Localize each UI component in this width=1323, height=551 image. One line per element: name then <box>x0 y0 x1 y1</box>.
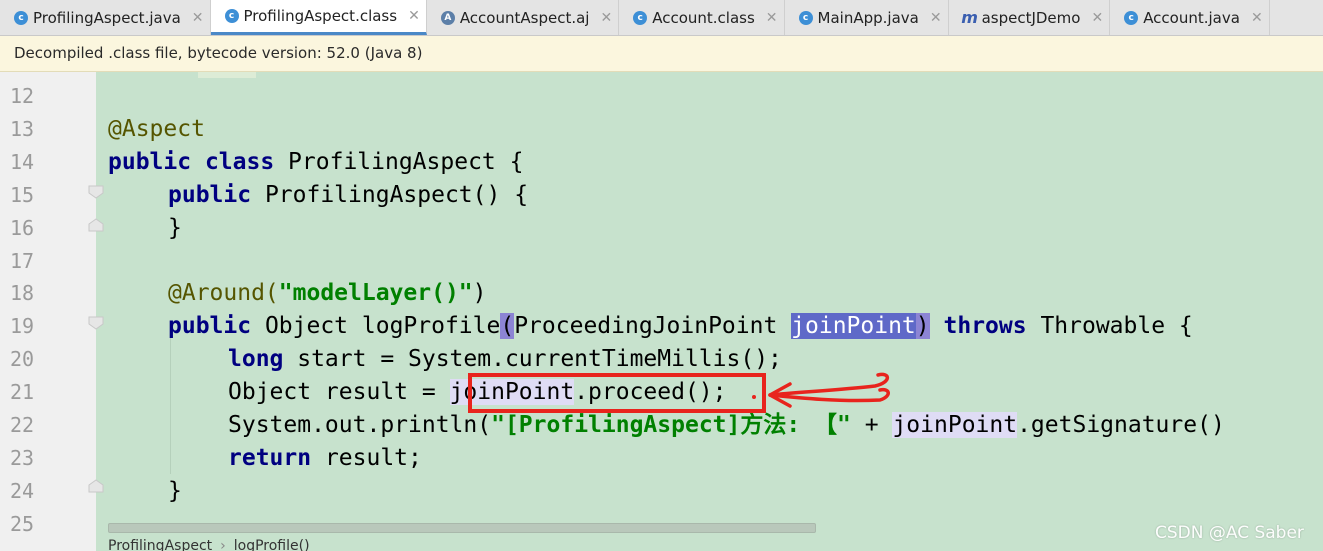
close-icon[interactable]: ✕ <box>600 10 612 26</box>
maven-icon: m <box>961 8 978 27</box>
close-icon[interactable]: ✕ <box>408 8 420 24</box>
tab-label: AccountAspect.aj <box>459 8 590 27</box>
class-icon: c <box>798 10 813 25</box>
class-icon: c <box>633 10 648 25</box>
tab-account-java[interactable]: c Account.java ✕ <box>1110 0 1270 35</box>
tab-mainapp-java[interactable]: c MainApp.java ✕ <box>785 0 949 35</box>
code-editor[interactable]: 12 13 @Aspect 14 public class ProfilingA… <box>0 72 1323 551</box>
tab-label: Account.class <box>652 8 755 27</box>
class-icon: c <box>1124 10 1139 25</box>
tab-label: aspectJDemo <box>981 8 1081 27</box>
tab-profilingaspect-class[interactable]: c ProfilingAspect.class ✕ <box>210 0 427 35</box>
tab-label: ProfilingAspect.java <box>33 8 181 27</box>
class-icon: c <box>224 9 239 23</box>
close-icon[interactable]: ✕ <box>766 10 778 26</box>
close-icon[interactable]: ✕ <box>930 10 942 26</box>
tab-label: ProfilingAspect.class <box>243 7 398 25</box>
close-icon[interactable]: ✕ <box>192 10 204 26</box>
watermark: CSDN @AC Saber <box>1155 523 1304 543</box>
tab-profilingaspect-java[interactable]: c ProfilingAspect.java ✕ <box>0 0 211 35</box>
tab-account-class[interactable]: c Account.class ✕ <box>619 0 785 35</box>
class-icon: c <box>14 10 28 25</box>
editor-tab-bar: c ProfilingAspect.java ✕ c ProfilingAspe… <box>0 0 1323 36</box>
tab-aspectjdemo[interactable]: m aspectJDemo ✕ <box>949 0 1111 35</box>
tab-label: Account.java <box>1143 8 1240 27</box>
aspect-icon: A <box>440 10 455 25</box>
close-icon[interactable]: ✕ <box>1251 10 1263 26</box>
tab-label: MainApp.java <box>817 8 919 27</box>
decompiled-notice-banner: Decompiled .class file, bytecode version… <box>0 36 1323 72</box>
red-arrow-annotation <box>752 372 890 408</box>
close-icon[interactable]: ✕ <box>1091 10 1103 26</box>
tab-accountaspect-aj[interactable]: A AccountAspect.aj ✕ <box>427 0 620 35</box>
